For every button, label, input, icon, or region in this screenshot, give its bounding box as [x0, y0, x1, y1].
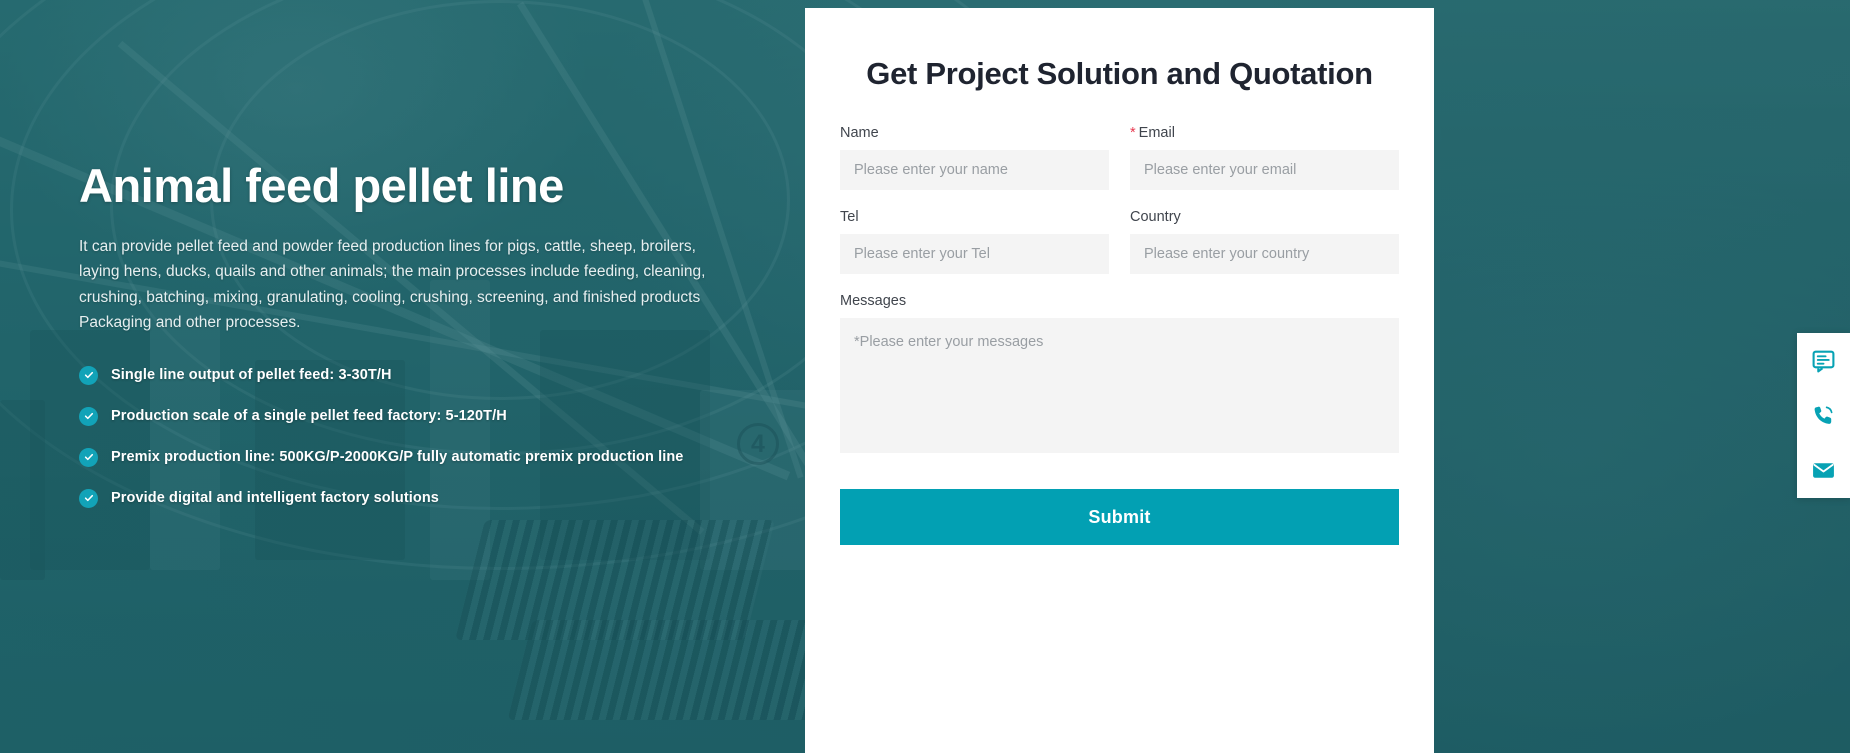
email-button[interactable]: [1797, 443, 1850, 498]
hero-content: Animal feed pellet line It can provide p…: [79, 160, 779, 530]
tel-input[interactable]: [840, 234, 1109, 274]
email-label: * Email: [1130, 125, 1399, 141]
phone-button[interactable]: [1797, 388, 1850, 443]
name-label: Name: [840, 125, 879, 141]
field-messages: Messages: [840, 293, 1399, 458]
check-circle-icon: [79, 365, 98, 385]
messages-textarea[interactable]: [840, 318, 1399, 453]
form-row-tel-country: Tel Country: [840, 209, 1399, 293]
required-star-icon: *: [1130, 125, 1136, 141]
message-list-icon: [1811, 348, 1836, 373]
hero-description: It can provide pellet feed and powder fe…: [79, 237, 706, 332]
check-circle-icon: [79, 488, 98, 508]
feature-item: Production scale of a single pellet feed…: [79, 406, 779, 426]
feature-label: Premix production line: 500KG/P-2000KG/P…: [111, 449, 684, 466]
page-title: Animal feed pellet line: [79, 159, 564, 212]
feature-label: Production scale of a single pellet feed…: [111, 408, 507, 425]
tel-label: Tel: [840, 209, 859, 225]
floating-contact-dock: [1797, 333, 1850, 498]
feature-list: Single line output of pellet feed: 3-30T…: [79, 365, 779, 508]
feature-label: Single line output of pellet feed: 3-30T…: [111, 367, 392, 384]
email-input[interactable]: [1130, 150, 1399, 190]
feature-label: Provide digital and intelligent factory …: [111, 490, 439, 507]
submit-button[interactable]: Submit: [840, 489, 1399, 545]
quotation-form-card: Get Project Solution and Quotation Name …: [805, 8, 1434, 753]
page-root: 4 Animal feed pellet line It can provide…: [0, 0, 1850, 753]
check-circle-icon: [79, 447, 98, 467]
country-input[interactable]: [1130, 234, 1399, 274]
feature-item: Premix production line: 500KG/P-2000KG/P…: [79, 447, 779, 467]
messages-label: Messages: [840, 293, 907, 309]
field-email: * Email: [1130, 125, 1399, 190]
form-row-name-email: Name *Email: [840, 125, 1399, 209]
field-tel: Tel: [840, 209, 1109, 274]
feature-item: Single line output of pellet feed: 3-30T…: [79, 365, 779, 385]
form-title: Get Project Solution and Quotation: [866, 56, 1373, 91]
feature-item: Provide digital and intelligent factory …: [79, 488, 779, 508]
form-body: Name *Email Tel Country M: [840, 92, 1399, 545]
field-name: Name: [840, 125, 1109, 190]
check-circle-icon: [79, 406, 98, 426]
email-label-text: Email: [1138, 125, 1175, 141]
country-label: Country: [1130, 209, 1181, 225]
name-input[interactable]: [840, 150, 1109, 190]
field-country: Country: [1130, 209, 1399, 274]
phone-icon: [1811, 403, 1836, 428]
inquiry-button[interactable]: [1797, 333, 1850, 388]
email-icon: [1811, 458, 1836, 483]
